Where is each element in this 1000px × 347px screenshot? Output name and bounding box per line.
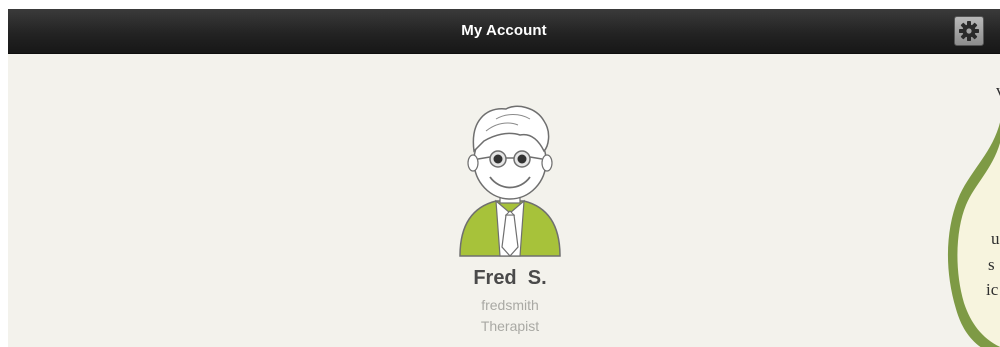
tooltip-text-fragment: u (991, 229, 1000, 248)
app-frame: My Account Fred S. fredsmith Therapist u… (8, 9, 1000, 347)
navigation-bar: My Account (8, 9, 1000, 54)
user-name: Fred S. (473, 267, 547, 289)
user-role: Therapist (480, 318, 540, 334)
gear-icon (959, 21, 979, 41)
tooltip-text-fragment: v (996, 81, 1000, 101)
tooltip-text-fragment: s (988, 255, 995, 274)
tooltip-text-fragment: ic (986, 280, 999, 299)
user-username: fredsmith (481, 297, 539, 313)
page-title: My Account (461, 22, 547, 39)
therapist-avatar (459, 105, 561, 257)
settings-button[interactable] (954, 16, 984, 46)
onboarding-tooltip: v u s ic (940, 69, 1000, 347)
tooltip-bubble (947, 122, 1000, 347)
